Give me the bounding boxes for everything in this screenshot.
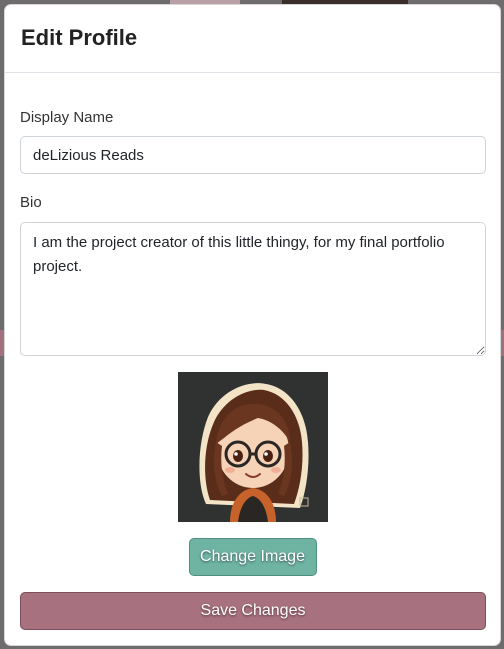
display-name-input[interactable] bbox=[20, 136, 486, 174]
bio-textarea[interactable]: I am the project creator of this little … bbox=[20, 222, 486, 356]
bio-label: Bio bbox=[20, 194, 42, 211]
avatar-illustration bbox=[177, 372, 328, 522]
change-image-button[interactable]: Change Image bbox=[188, 538, 317, 576]
save-changes-button[interactable]: Save Changes bbox=[20, 592, 486, 630]
edit-profile-modal: Edit Profile Display Name Bio I am the p… bbox=[4, 4, 501, 646]
profile-avatar-image bbox=[177, 372, 328, 522]
display-name-label: Display Name bbox=[20, 109, 114, 126]
modal-body: Display Name Bio I am the project creato… bbox=[5, 109, 500, 630]
modal-title: Edit Profile bbox=[21, 24, 138, 50]
modal-header: Edit Profile bbox=[5, 5, 500, 73]
